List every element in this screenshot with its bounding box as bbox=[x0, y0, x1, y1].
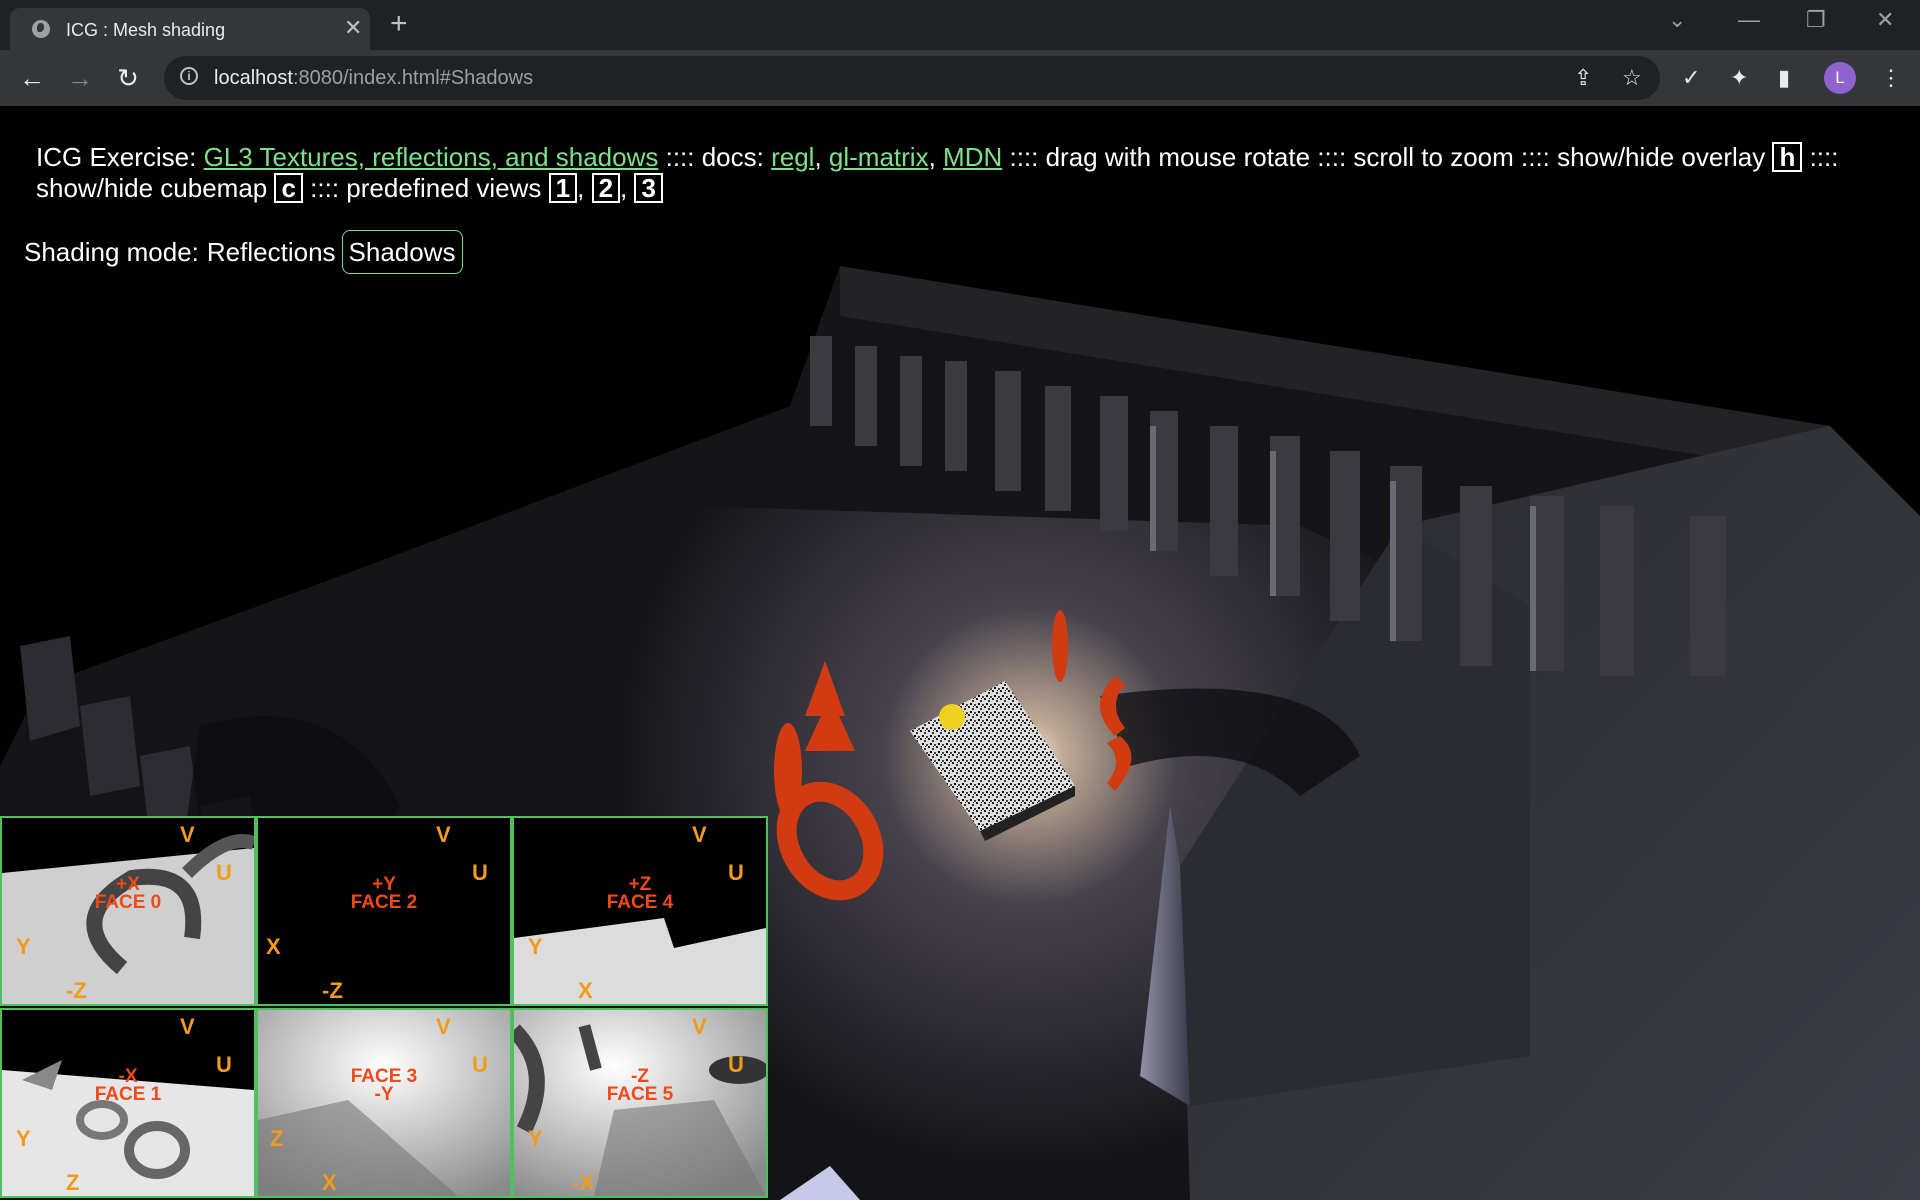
face-2-u-axis: U bbox=[472, 860, 488, 885]
views-text: :::: predefined views bbox=[302, 173, 549, 203]
cubemap-face-3: FACE 3 -Y V U Z X bbox=[256, 1008, 512, 1198]
face-3-y-axis: Z bbox=[270, 1126, 284, 1151]
face-0-y-axis: Y bbox=[16, 934, 31, 959]
reflections-mode-button[interactable]: Reflections bbox=[201, 231, 342, 273]
face-1-v-axis: V bbox=[180, 1014, 195, 1039]
face-4-v-axis: V bbox=[692, 822, 707, 847]
webgl-page: ICG Exercise: GL3 Textures, reflections,… bbox=[0, 106, 1920, 1200]
regl-link[interactable]: regl bbox=[771, 142, 814, 172]
face-2-y-axis: X bbox=[266, 934, 281, 959]
shading-mode-label: Shading mode: bbox=[24, 236, 199, 267]
shading-mode-selector: Shading mode: Reflections Shadows bbox=[24, 230, 463, 274]
key-view-1: 1 bbox=[548, 173, 578, 203]
controls-text: :::: drag with mouse rotate :::: scroll … bbox=[1002, 142, 1773, 172]
face-2-v-axis: V bbox=[436, 822, 451, 847]
key-c: c bbox=[274, 173, 303, 203]
browser-toolbar: ← → ↻ i localhost:8080/index.html#Shadow… bbox=[0, 50, 1920, 106]
face-3-x-axis: X bbox=[322, 1170, 337, 1195]
address-bar[interactable]: i localhost:8080/index.html#Shadows ⇪ ☆ bbox=[164, 56, 1660, 100]
face-4-x-axis: X bbox=[578, 978, 593, 1003]
face-4-u-axis: U bbox=[728, 860, 744, 885]
key-view-3: 3 bbox=[634, 173, 663, 203]
yellow-light-bulb bbox=[939, 704, 965, 730]
face-2-x-axis: -Z bbox=[322, 978, 343, 1003]
forward-icon[interactable]: → bbox=[62, 60, 98, 96]
gl-matrix-link[interactable]: gl-matrix bbox=[829, 142, 929, 172]
face-1-u-axis: U bbox=[216, 1052, 232, 1077]
face-5-u-axis: U bbox=[728, 1052, 744, 1077]
reload-icon[interactable]: ↻ bbox=[110, 60, 146, 96]
browser-tab[interactable]: ICG : Mesh shading ✕ bbox=[10, 8, 370, 50]
tab-title: ICG : Mesh shading bbox=[66, 20, 226, 40]
docs-label: :::: docs: bbox=[658, 142, 772, 172]
exercise-link[interactable]: GL3 Textures, reflections, and shadows bbox=[204, 142, 659, 172]
key-view-2: 2 bbox=[591, 173, 621, 203]
new-tab-icon[interactable]: + bbox=[390, 8, 408, 40]
cubemap-face-4: +Z FACE 4 V U Y X bbox=[512, 816, 768, 1006]
face-3-u-axis: U bbox=[472, 1052, 488, 1077]
tab-strip: ICG : Mesh shading ✕ + ⌄ — ❐ ✕ bbox=[0, 0, 1920, 50]
key-h: h bbox=[1772, 142, 1803, 172]
cubemap-face-1: -X FACE 1 V U Y Z bbox=[0, 1008, 256, 1198]
avatar[interactable]: L bbox=[1824, 62, 1856, 94]
restore-icon[interactable]: ❐ bbox=[1806, 8, 1826, 32]
cubemap-face-0: +X FACE 0 V U Y -Z bbox=[0, 816, 256, 1006]
globe-icon bbox=[32, 20, 50, 38]
side-panel-icon[interactable]: ▮ bbox=[1778, 64, 1790, 92]
spellcheck-icon[interactable]: ✓ bbox=[1682, 64, 1700, 92]
mdn-link[interactable]: MDN bbox=[943, 142, 1002, 172]
face-0-v-axis: V bbox=[180, 822, 195, 847]
minimize-icon[interactable]: — bbox=[1738, 8, 1760, 32]
tab-search-icon[interactable]: ⌄ bbox=[1668, 8, 1686, 32]
url-text: localhost:8080/index.html#Shadows bbox=[214, 67, 534, 89]
bookmark-star-icon[interactable]: ☆ bbox=[1622, 65, 1642, 91]
face-1-y-axis: Y bbox=[16, 1126, 31, 1151]
close-window-icon[interactable]: ✕ bbox=[1876, 8, 1894, 32]
help-overlay: ICG Exercise: GL3 Textures, reflections,… bbox=[36, 142, 1839, 203]
face-4-y-axis: Y bbox=[528, 934, 543, 959]
face-3-v-axis: V bbox=[436, 1014, 451, 1039]
back-icon[interactable]: ← bbox=[14, 60, 50, 96]
menu-icon[interactable]: ⋮ bbox=[1880, 64, 1902, 92]
face-5-v-axis: V bbox=[692, 1014, 707, 1039]
face-1-x-axis: Z bbox=[66, 1170, 80, 1195]
face-5-x-axis: -X bbox=[572, 1170, 594, 1195]
info-icon[interactable]: i bbox=[180, 67, 198, 85]
shadows-mode-button[interactable]: Shadows bbox=[341, 230, 463, 274]
face-5-y-axis: Y bbox=[528, 1126, 543, 1151]
extensions-icon[interactable]: ✦ bbox=[1730, 64, 1748, 92]
cubemap-face-5: -Z FACE 5 V U Y -X bbox=[512, 1008, 768, 1198]
cubemap-preview: +X FACE 0 V U Y -Z +Y FACE 2 V U X -Z +Z FA… bbox=[0, 816, 768, 1200]
cubemap-face-2: +Y FACE 2 V U X -Z bbox=[256, 816, 512, 1006]
close-tab-icon[interactable]: ✕ bbox=[344, 16, 362, 40]
face-0-u-axis: U bbox=[216, 860, 232, 885]
share-icon[interactable]: ⇪ bbox=[1574, 65, 1592, 91]
overlay-prefix: ICG Exercise: bbox=[36, 142, 204, 172]
face-0-x-axis: -Z bbox=[66, 978, 87, 1003]
